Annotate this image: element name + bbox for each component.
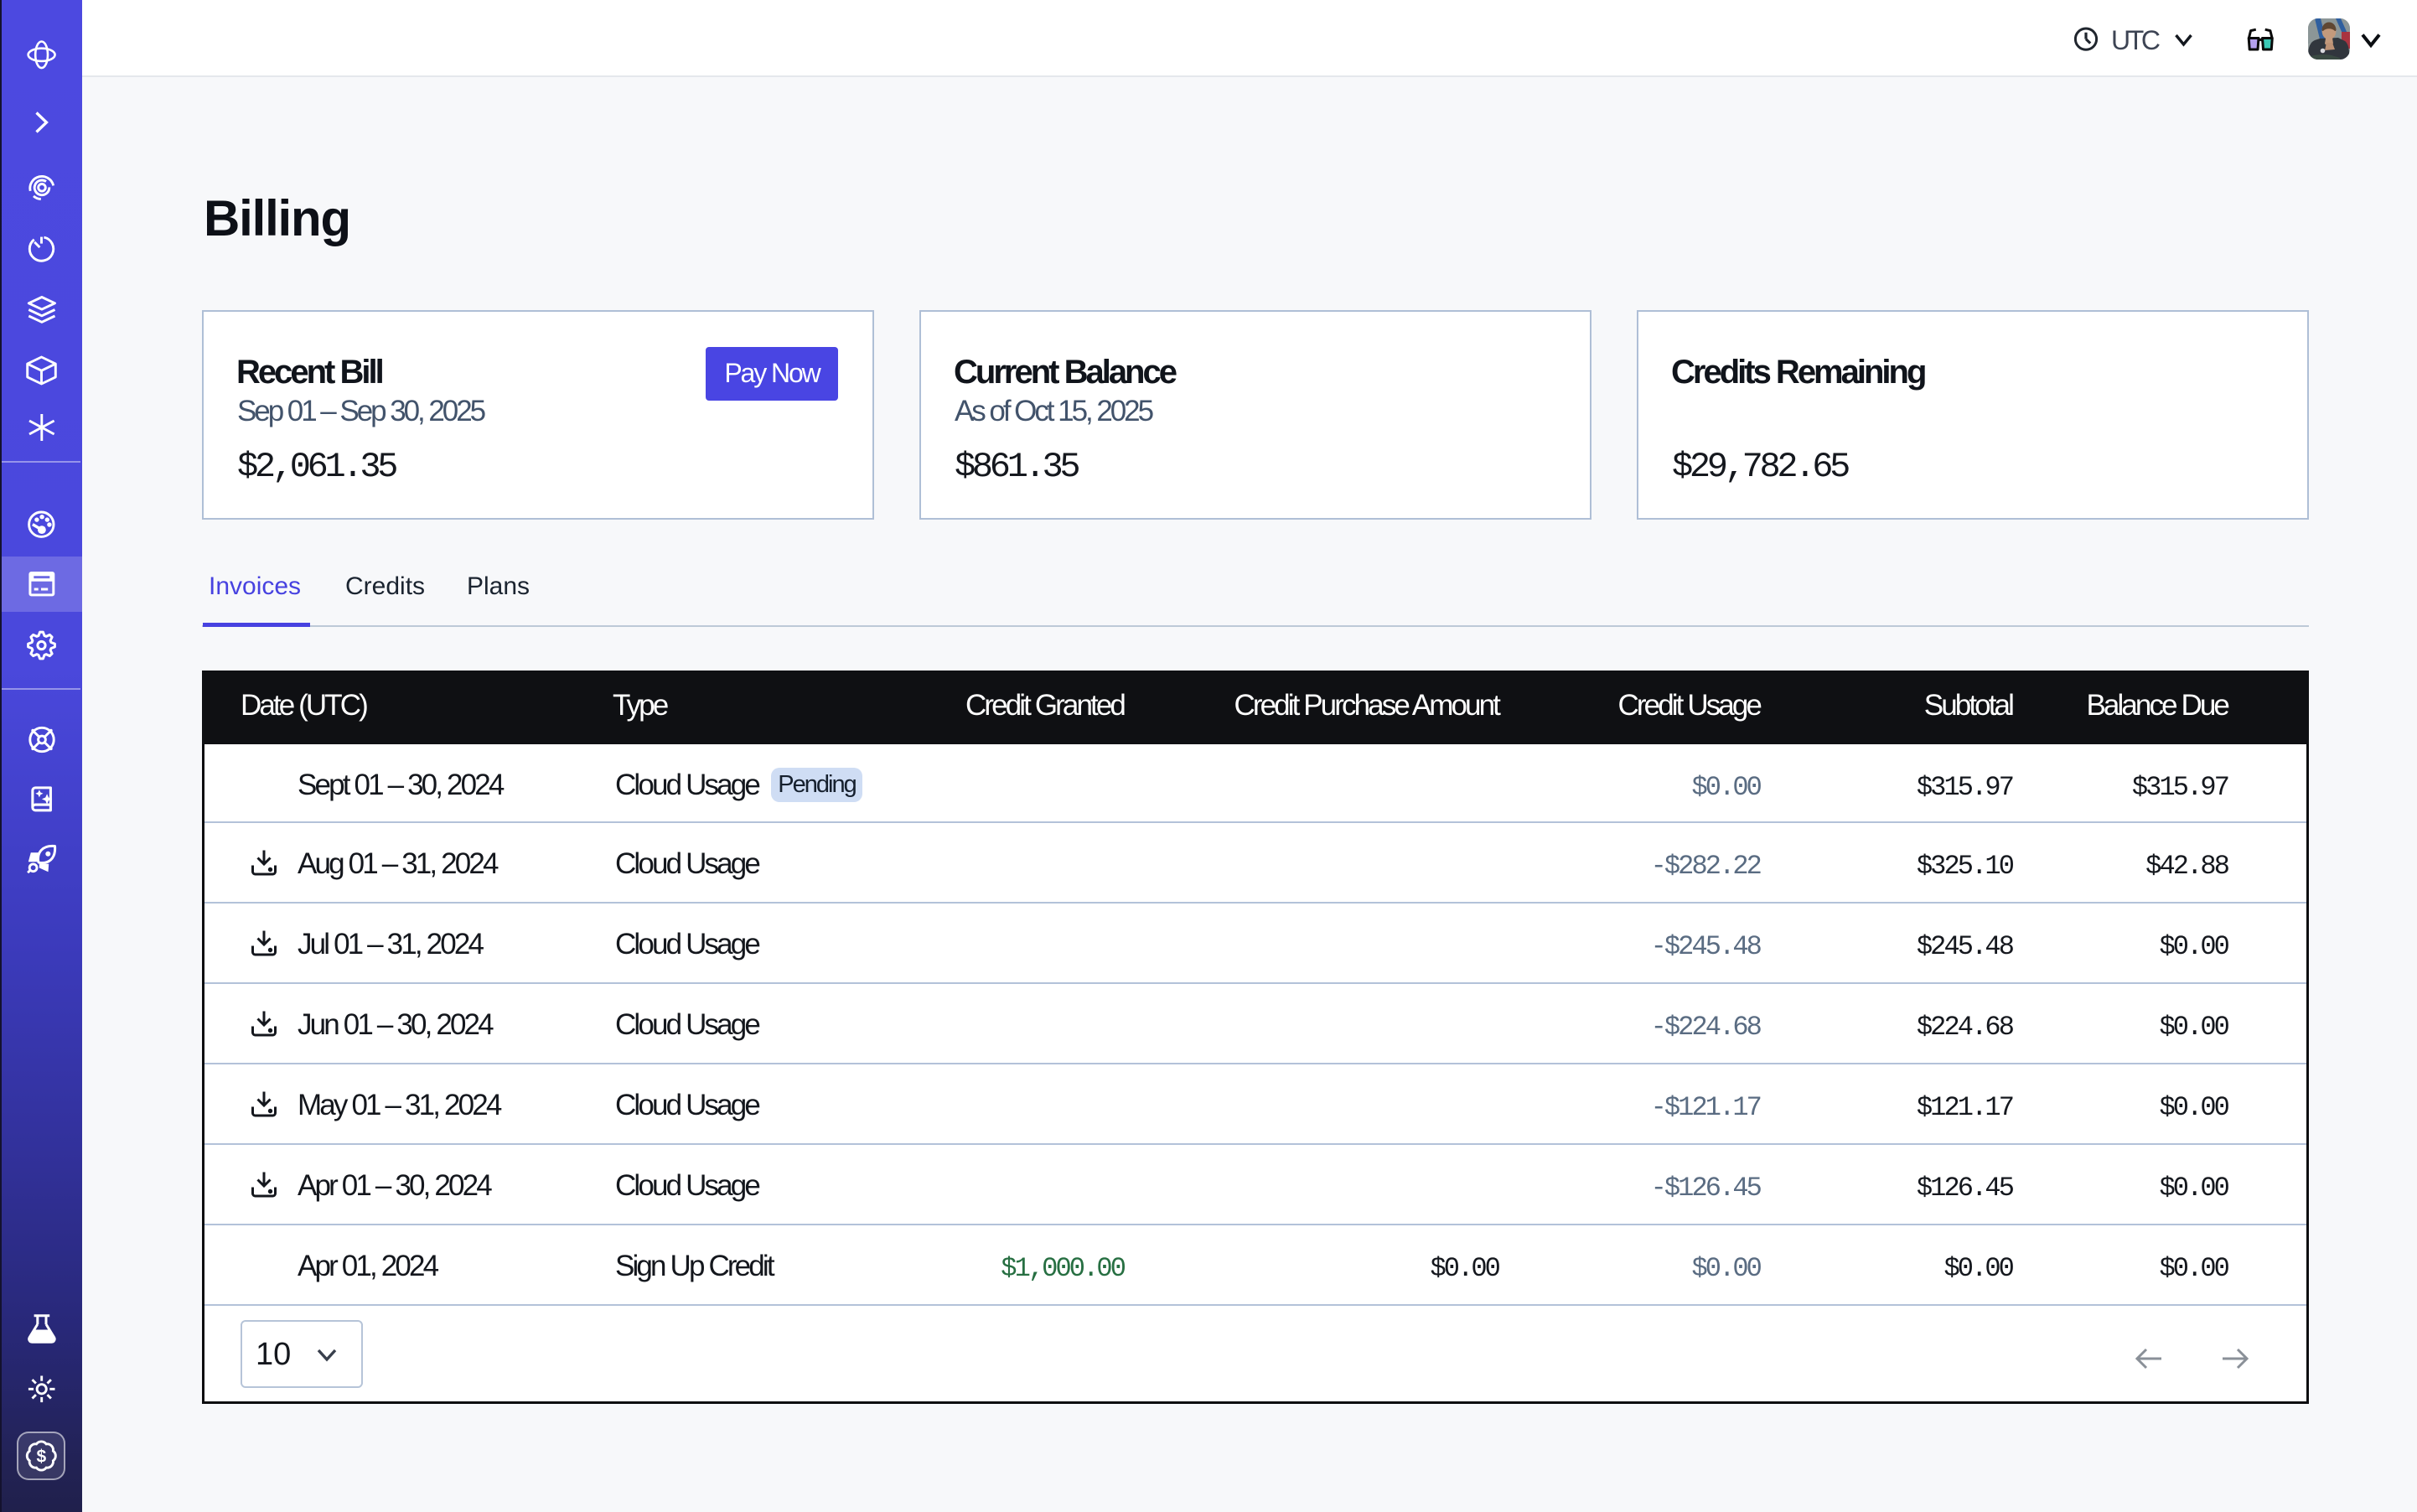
svg-text:$: $ xyxy=(36,1447,46,1467)
